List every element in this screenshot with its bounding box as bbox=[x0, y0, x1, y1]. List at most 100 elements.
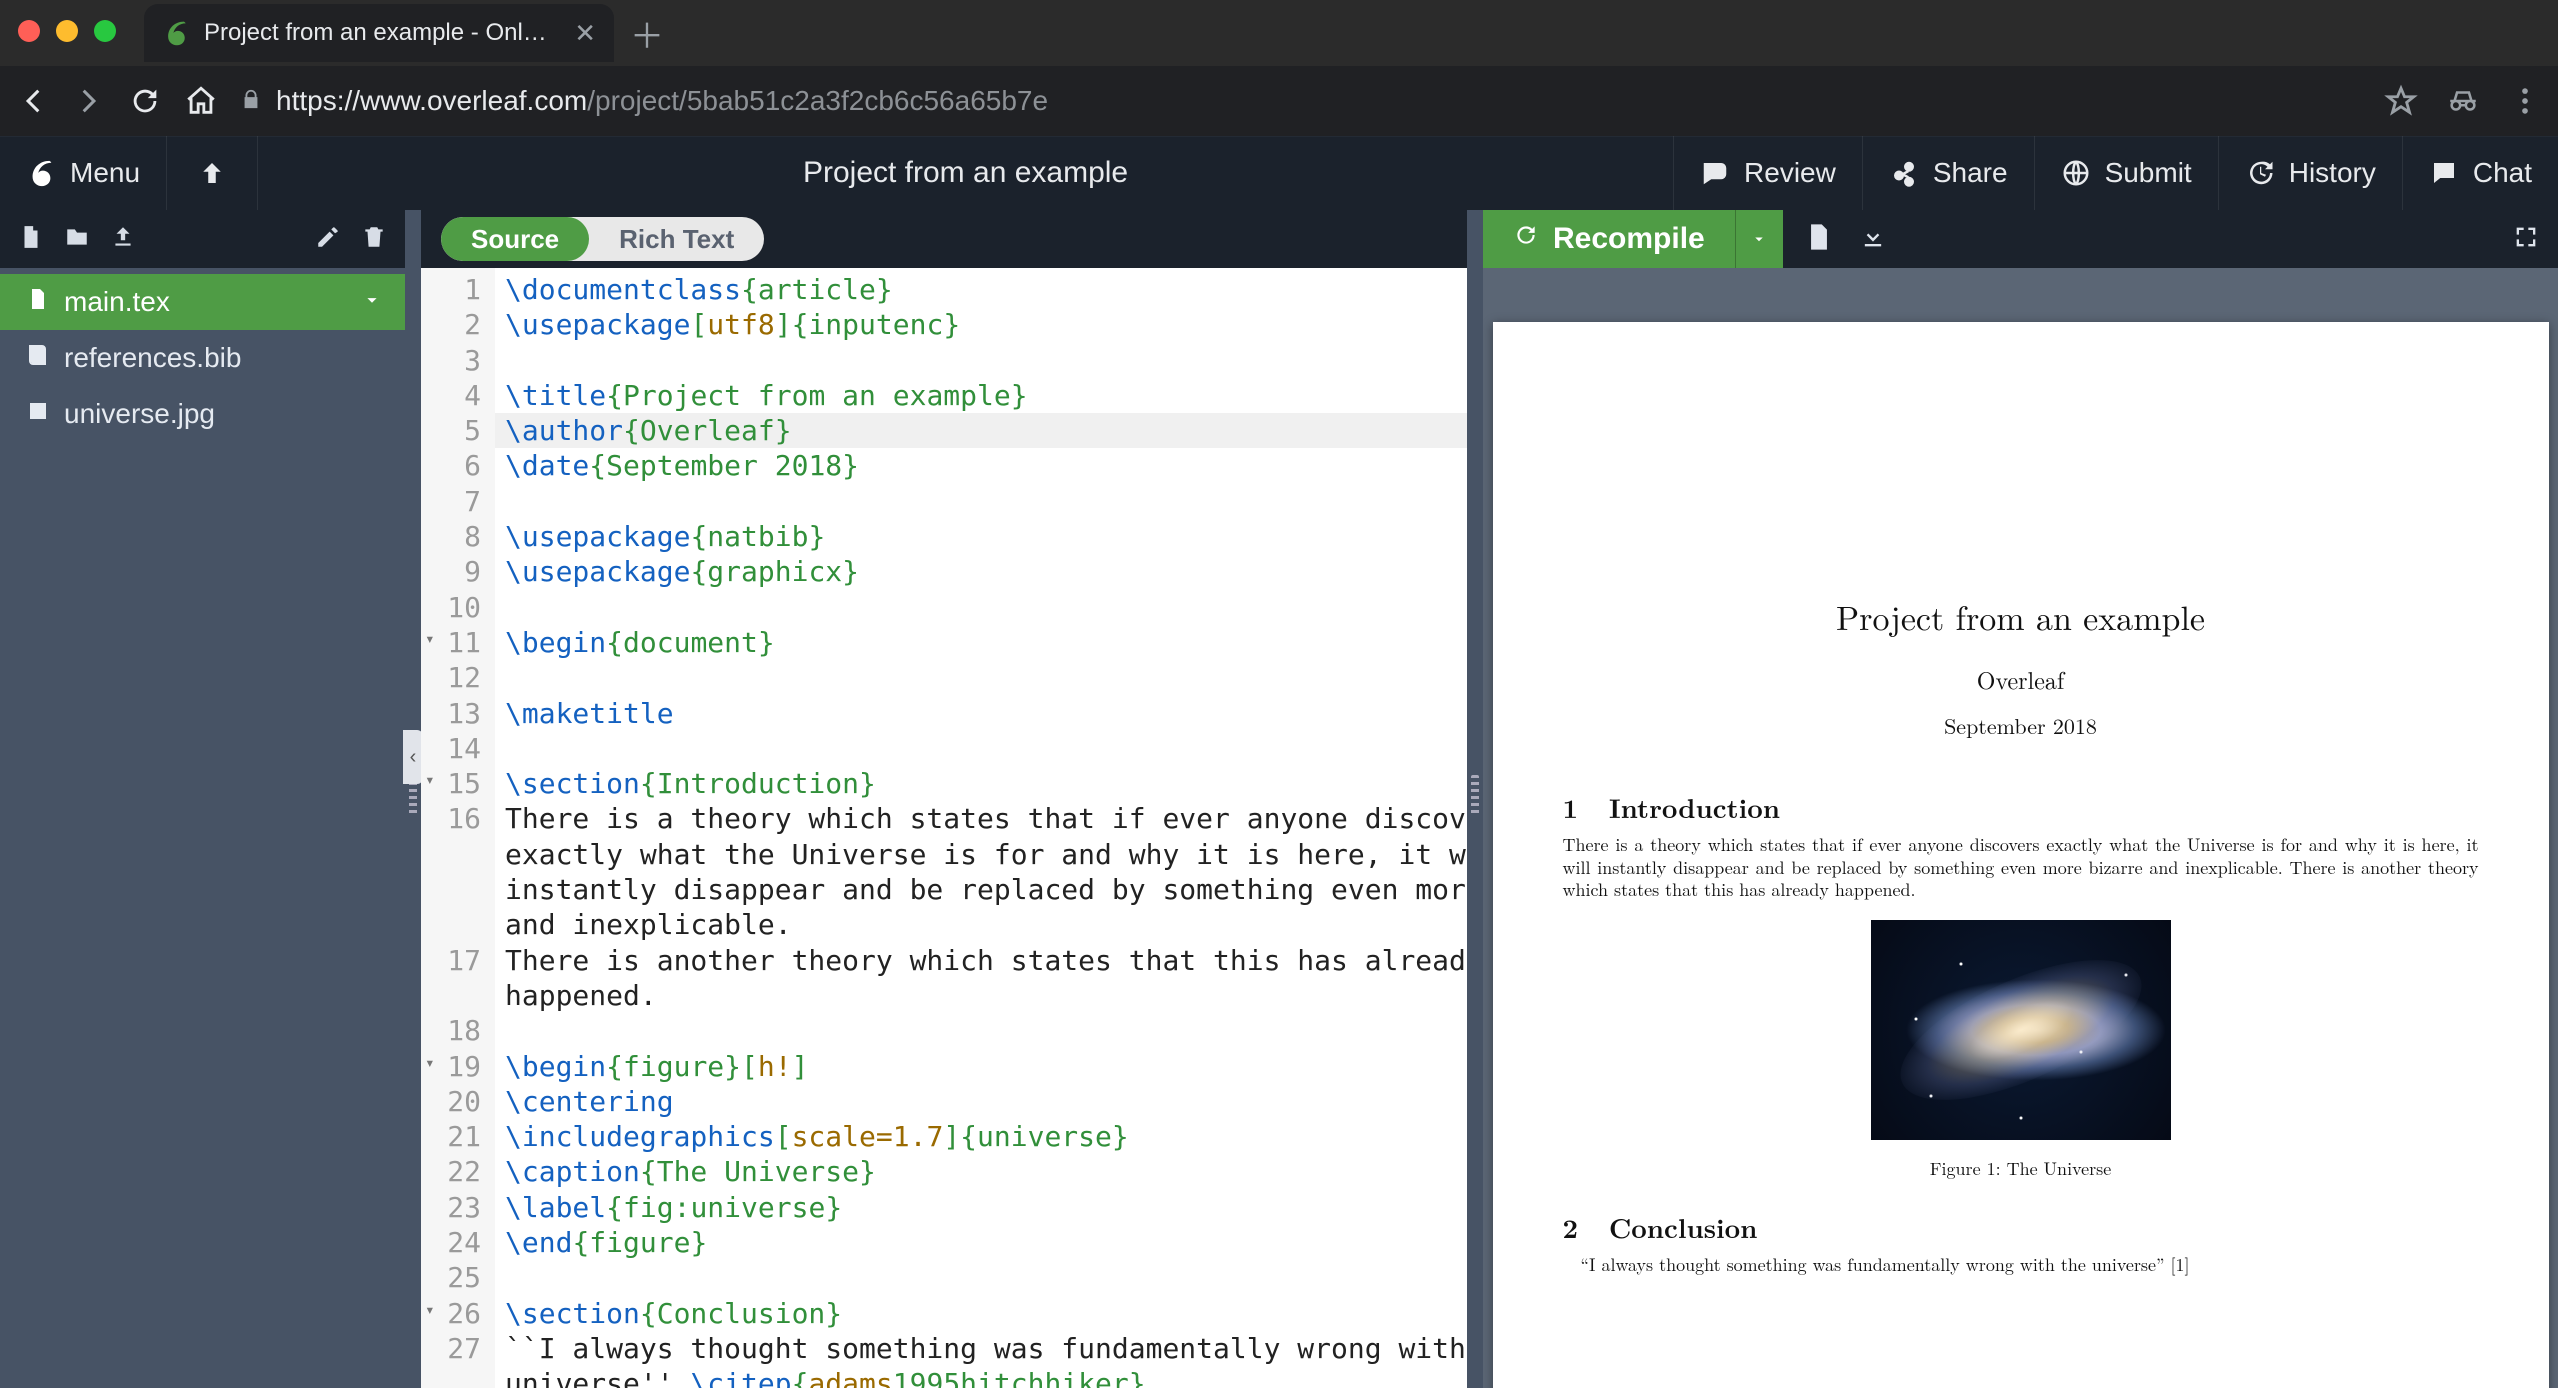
figure-image-universe bbox=[1871, 920, 2171, 1140]
bookmark-star-icon[interactable] bbox=[2384, 84, 2418, 118]
file-item-label: main.tex bbox=[64, 286, 170, 318]
section-heading: 1 Introduction bbox=[1563, 787, 2479, 826]
file-item-label: references.bib bbox=[64, 342, 241, 374]
doc-date: September 2018 bbox=[1563, 710, 2479, 741]
doc-title: Project from an example bbox=[1563, 592, 2479, 640]
browser-chrome: Project from an example - Onl… ✕ ＋ https… bbox=[0, 0, 2558, 136]
url-text: https://www.overleaf.com/project/5bab51c… bbox=[276, 85, 1048, 117]
figure bbox=[1563, 920, 2479, 1140]
globe-icon bbox=[2061, 158, 2091, 188]
tab-title: Project from an example - Onl… bbox=[204, 19, 560, 47]
review-button[interactable]: Review bbox=[1673, 136, 1862, 210]
file-list: main.tex references.bib universe.jpg bbox=[0, 268, 405, 1388]
pdf-panel: Recompile Project from an example Overle… bbox=[1483, 210, 2558, 1388]
new-tab-button[interactable]: ＋ bbox=[630, 9, 664, 58]
editor-mode-toggle: Source Rich Text bbox=[441, 217, 764, 261]
pdf-toolbar: Recompile bbox=[1483, 210, 2558, 268]
window-controls bbox=[18, 20, 116, 42]
browser-tab[interactable]: Project from an example - Onl… ✕ bbox=[144, 4, 614, 62]
editor-header: Source Rich Text bbox=[421, 210, 1467, 268]
editor-mode-source[interactable]: Source bbox=[441, 217, 589, 261]
section-paragraph: There is a theory which states that if e… bbox=[1563, 834, 2479, 902]
file-tree-panel: main.tex references.bib universe.jpg bbox=[0, 210, 405, 1388]
history-label: History bbox=[2289, 157, 2376, 189]
window-maximize-button[interactable] bbox=[94, 20, 116, 42]
up-arrow-icon bbox=[197, 158, 227, 188]
upload-button[interactable] bbox=[110, 224, 136, 255]
recompile-label: Recompile bbox=[1553, 222, 1705, 256]
review-icon bbox=[1700, 158, 1730, 188]
browser-menu-icon[interactable] bbox=[2508, 84, 2542, 118]
file-item-universe-jpg[interactable]: universe.jpg bbox=[0, 386, 405, 442]
menu-button[interactable]: Menu bbox=[0, 136, 167, 210]
chat-icon bbox=[2429, 158, 2459, 188]
overleaf-favicon bbox=[162, 19, 190, 47]
vertical-splitter-left[interactable]: ‹ bbox=[405, 210, 421, 1388]
chevron-down-icon[interactable] bbox=[361, 286, 383, 318]
recompile-dropdown[interactable] bbox=[1735, 210, 1783, 268]
submit-button[interactable]: Submit bbox=[2034, 136, 2218, 210]
overleaf-logo-icon bbox=[26, 158, 56, 188]
url-path: /project/5bab51c2a3f2cb6c56a65b7e bbox=[587, 85, 1048, 116]
fullscreen-button[interactable] bbox=[2512, 223, 2540, 256]
tabstrip: Project from an example - Onl… ✕ ＋ bbox=[0, 0, 2558, 66]
file-item-references-bib[interactable]: references.bib bbox=[0, 330, 405, 386]
gutter: 1234567891011▾12131415▾16171819▾20212223… bbox=[421, 268, 495, 1388]
code-content[interactable]: \documentclass{article}\usepackage[utf8]… bbox=[495, 268, 1467, 1388]
section-number: 2 bbox=[1563, 1207, 1599, 1246]
code-editor[interactable]: 1234567891011▾12131415▾16171819▾20212223… bbox=[421, 268, 1467, 1388]
review-label: Review bbox=[1744, 157, 1836, 189]
reload-button[interactable] bbox=[128, 84, 162, 118]
window-close-button[interactable] bbox=[18, 20, 40, 42]
refresh-icon bbox=[1513, 222, 1539, 256]
image-icon bbox=[26, 398, 50, 430]
section-quote: “I always thought something was fundamen… bbox=[1563, 1254, 2479, 1277]
address-bar-row: https://www.overleaf.com/project/5bab51c… bbox=[0, 66, 2558, 136]
url-host: https://www.overleaf.com bbox=[276, 85, 587, 116]
new-file-button[interactable] bbox=[18, 224, 44, 255]
recompile-group: Recompile bbox=[1483, 210, 1783, 268]
new-folder-button[interactable] bbox=[64, 224, 90, 255]
workspace: main.tex references.bib universe.jpg ‹ S… bbox=[0, 210, 2558, 1388]
lock-icon bbox=[240, 88, 262, 115]
file-tree-toolbar bbox=[0, 210, 405, 268]
book-icon bbox=[26, 342, 50, 374]
file-item-label: universe.jpg bbox=[64, 398, 215, 430]
delete-button[interactable] bbox=[361, 224, 387, 255]
chat-label: Chat bbox=[2473, 157, 2532, 189]
incognito-icon[interactable] bbox=[2446, 84, 2480, 118]
figure-caption: Figure 1: The Universe bbox=[1563, 1156, 2479, 1181]
rename-button[interactable] bbox=[315, 224, 341, 255]
nav-forward-button[interactable] bbox=[72, 84, 106, 118]
share-button[interactable]: Share bbox=[1862, 136, 2034, 210]
doc-author: Overleaf bbox=[1563, 662, 2479, 696]
back-to-projects-button[interactable] bbox=[167, 136, 258, 210]
section-title: Introduction bbox=[1609, 787, 1780, 826]
app-topbar: Menu Project from an example Review Shar… bbox=[0, 136, 2558, 210]
download-pdf-button[interactable] bbox=[1859, 223, 1887, 256]
browser-extension-icons bbox=[2384, 84, 2542, 118]
recompile-button[interactable]: Recompile bbox=[1483, 210, 1735, 268]
editor-panel: Source Rich Text 1234567891011▾12131415▾… bbox=[421, 210, 1467, 1388]
window-minimize-button[interactable] bbox=[56, 20, 78, 42]
menu-label: Menu bbox=[70, 157, 140, 189]
section-title: Conclusion bbox=[1609, 1207, 1758, 1246]
pdf-viewport[interactable]: Project from an example Overleaf Septemb… bbox=[1483, 268, 2558, 1388]
history-icon bbox=[2245, 158, 2275, 188]
address-bar[interactable]: https://www.overleaf.com/project/5bab51c… bbox=[240, 85, 2338, 117]
chat-button[interactable]: Chat bbox=[2402, 136, 2558, 210]
pdf-page: Project from an example Overleaf Septemb… bbox=[1493, 322, 2549, 1388]
collapse-panel-nub[interactable]: ‹ bbox=[403, 730, 423, 784]
file-item-main-tex[interactable]: main.tex bbox=[0, 274, 405, 330]
history-button[interactable]: History bbox=[2218, 136, 2402, 210]
project-title[interactable]: Project from an example bbox=[258, 136, 1673, 210]
editor-mode-richtext[interactable]: Rich Text bbox=[589, 217, 764, 261]
share-icon bbox=[1889, 158, 1919, 188]
share-label: Share bbox=[1933, 157, 2008, 189]
logs-button[interactable] bbox=[1805, 223, 1833, 256]
tab-close-icon[interactable]: ✕ bbox=[574, 18, 596, 49]
nav-back-button[interactable] bbox=[16, 84, 50, 118]
section-number: 1 bbox=[1563, 787, 1599, 826]
home-button[interactable] bbox=[184, 84, 218, 118]
vertical-splitter-right[interactable] bbox=[1467, 210, 1483, 1388]
